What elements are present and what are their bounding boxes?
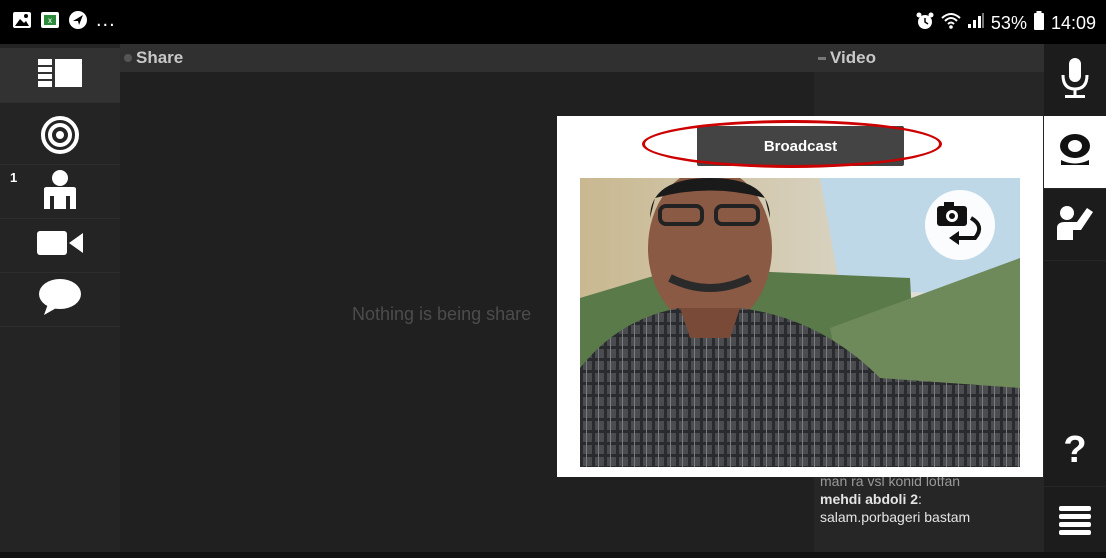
camera-preview: [580, 178, 1020, 467]
help-icon: ?: [1063, 428, 1087, 471]
webcam-button[interactable]: [1044, 116, 1106, 189]
user-icon: [41, 169, 79, 214]
chat-text: salam.porbageri bastam: [820, 509, 971, 525]
signal-icon: [967, 13, 985, 34]
battery-icon: [1033, 11, 1045, 36]
share-panel-title: Share: [136, 48, 184, 67]
panel-handle-icon[interactable]: [124, 54, 132, 62]
battery-percent: 53%: [990, 13, 1027, 33]
microphone-button[interactable]: [1044, 44, 1106, 117]
alarm-icon: [915, 11, 935, 36]
help-button[interactable]: ?: [1044, 414, 1106, 487]
sidebar-item-users[interactable]: 1: [0, 164, 120, 219]
chat-bubble-icon: [38, 278, 82, 321]
chat-sender: mehdi abdoli 2: [820, 491, 919, 507]
navigation-icon: [68, 10, 88, 30]
chat-messages: man ra vsl konid lotfan mehdi abdoli 2: …: [820, 472, 1040, 526]
raise-hand-button[interactable]: [1044, 188, 1106, 261]
share-panel-header: Share: [120, 44, 814, 72]
switch-camera-icon: [935, 200, 985, 251]
panel-minimize-icon[interactable]: [818, 56, 826, 60]
status-bar-notifications: x ...: [12, 10, 116, 30]
video-camera-icon: [37, 230, 83, 261]
clock: 14:09: [1050, 13, 1096, 33]
target-icon: [40, 115, 80, 160]
sidebar-item-presentation[interactable]: [0, 110, 120, 165]
microphone-icon: [1060, 57, 1090, 104]
switch-camera-button[interactable]: [925, 190, 995, 260]
hamburger-menu-icon: [1059, 504, 1091, 541]
raise-hand-icon: [1055, 204, 1095, 245]
status-bar: x ... 53% 14:09: [0, 0, 1106, 44]
broadcast-popup: Broadcast: [557, 116, 1043, 477]
layout-toggle-button[interactable]: [0, 48, 120, 103]
sidebar-item-chat[interactable]: [0, 272, 120, 327]
broadcast-button[interactable]: Broadcast: [697, 126, 904, 166]
gallery-icon: [12, 10, 32, 30]
users-count-badge: 1: [10, 170, 18, 185]
share-empty-message: Nothing is being share: [352, 304, 532, 324]
webcam-icon: [1057, 132, 1093, 173]
sidebar-item-video[interactable]: [0, 218, 120, 273]
right-sidebar: ?: [1044, 44, 1106, 552]
video-panel-header: Video: [814, 44, 1044, 72]
menu-button[interactable]: [1044, 486, 1106, 558]
svg-text:x: x: [48, 16, 52, 25]
wifi-icon: [941, 12, 961, 35]
layout-icon: [38, 58, 82, 92]
chat-message: mehdi abdoli 2: salam.porbageri bastam: [820, 491, 971, 525]
status-bar-system: 53% 14:09: [915, 11, 1096, 36]
video-panel-title: Video: [830, 48, 876, 67]
left-sidebar: 1: [0, 44, 120, 552]
app-notification-icon: x: [40, 10, 60, 30]
more-notifications-text: ...: [96, 9, 116, 31]
